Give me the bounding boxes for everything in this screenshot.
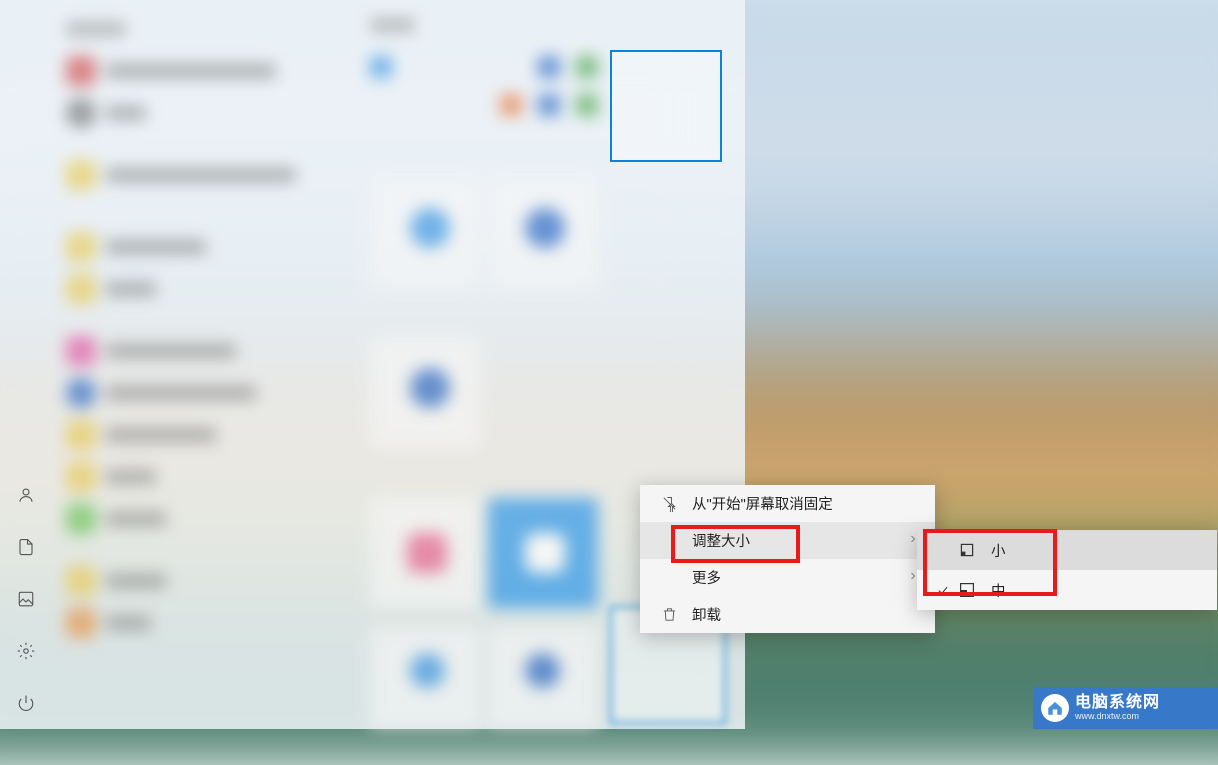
watermark: 电脑系统网 www.dnxtw.com	[1033, 687, 1218, 729]
settings-button[interactable]	[0, 625, 52, 677]
start-left-rail	[0, 0, 52, 729]
check-icon	[931, 583, 955, 597]
size-medium[interactable]: 中	[917, 570, 1217, 610]
user-button[interactable]	[0, 469, 52, 521]
small-tile-icon	[955, 542, 979, 558]
resize-submenu: 小 中	[917, 530, 1217, 610]
unpin-icon	[658, 493, 680, 515]
size-small[interactable]: 小	[917, 530, 1217, 570]
hamburger-icon	[0, 10, 52, 62]
hamburger-button[interactable]	[0, 10, 52, 62]
medium-tile-icon	[955, 582, 979, 598]
size-medium-label: 中	[991, 580, 1006, 601]
watermark-subtitle: www.dnxtw.com	[1075, 712, 1160, 722]
menu-unpin-label: 从"开始"屏幕取消固定	[692, 493, 917, 514]
gear-icon	[17, 642, 35, 660]
selected-tile-small[interactable]	[610, 50, 722, 162]
picture-icon	[17, 590, 35, 608]
menu-resize[interactable]: 调整大小	[640, 522, 935, 559]
app-list-blurred	[52, 8, 362, 728]
user-icon	[17, 486, 35, 504]
size-small-label: 小	[991, 540, 1006, 561]
watermark-title: 电脑系统网	[1075, 694, 1160, 712]
pictures-button[interactable]	[0, 573, 52, 625]
menu-more[interactable]: 更多	[640, 559, 935, 596]
start-menu	[0, 0, 745, 729]
context-menu: 从"开始"屏幕取消固定 调整大小 更多 卸载	[640, 485, 935, 633]
menu-unpin-from-start[interactable]: 从"开始"屏幕取消固定	[640, 485, 935, 522]
power-button[interactable]	[0, 677, 52, 729]
menu-uninstall-label: 卸载	[692, 604, 917, 625]
power-icon	[17, 694, 35, 712]
document-icon	[17, 538, 35, 556]
menu-resize-label: 调整大小	[692, 530, 917, 551]
watermark-logo-icon	[1041, 694, 1069, 722]
menu-uninstall[interactable]: 卸载	[640, 596, 935, 633]
menu-more-label: 更多	[692, 567, 917, 588]
documents-button[interactable]	[0, 521, 52, 573]
trash-icon	[658, 604, 680, 626]
